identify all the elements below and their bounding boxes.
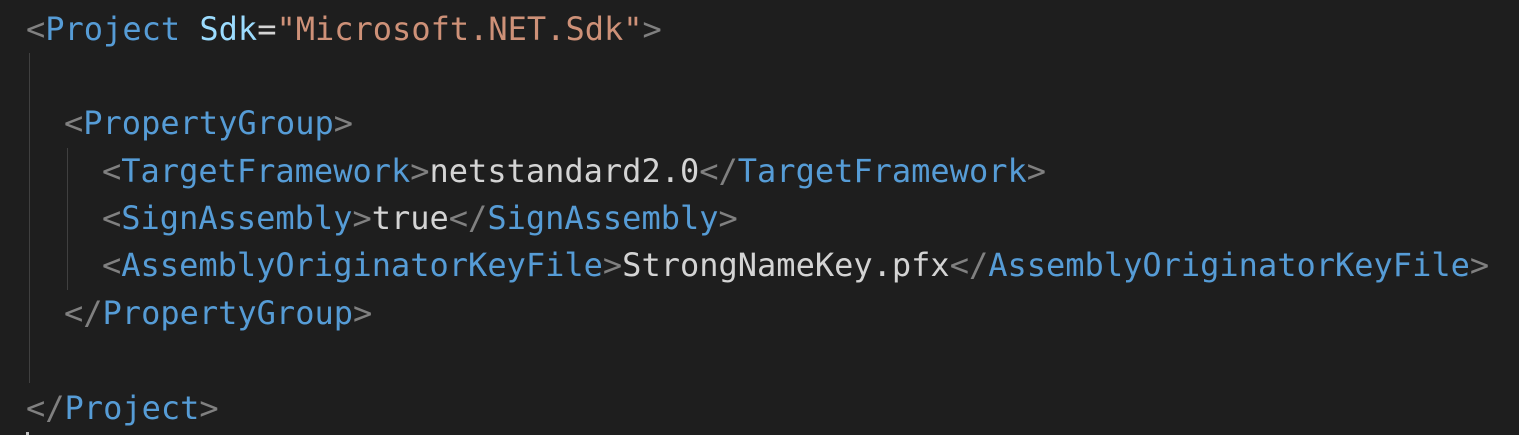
end-tag-open-bracket: </ bbox=[26, 389, 65, 427]
attribute-value: "Microsoft.NET.Sdk" bbox=[276, 10, 643, 48]
code-line[interactable]: <AssemblyOriginatorKeyFile>StrongNameKey… bbox=[26, 242, 1489, 289]
element-text: netstandard2.0 bbox=[429, 152, 700, 190]
code-editor[interactable]: <Project Sdk="Microsoft.NET.Sdk"> <Prope… bbox=[0, 0, 1519, 435]
end-tag-close-bracket: > bbox=[718, 199, 738, 237]
element-text: StrongNameKey.pfx bbox=[622, 246, 950, 284]
code-line[interactable]: <TargetFramework>netstandard2.0</TargetF… bbox=[26, 148, 1046, 195]
tag-close-bracket: > bbox=[410, 152, 430, 190]
tag-open-bracket: < bbox=[102, 246, 122, 284]
tag-name: PropertyGroup bbox=[83, 104, 334, 142]
end-tag-name: TargetFramework bbox=[737, 152, 1027, 190]
end-tag-name: AssemblyOriginatorKeyFile bbox=[988, 246, 1470, 284]
code-line[interactable]: </Project> bbox=[26, 385, 219, 432]
end-tag-name: Project bbox=[64, 389, 200, 427]
tag-name: TargetFramework bbox=[121, 152, 411, 190]
code-line[interactable]: <SignAssembly>true</SignAssembly> bbox=[26, 195, 738, 242]
end-tag-open-bracket: </ bbox=[64, 294, 103, 332]
end-tag-close-bracket: > bbox=[1026, 152, 1047, 190]
tag-open-bracket: < bbox=[102, 152, 122, 190]
end-tag-open-bracket: </ bbox=[699, 152, 738, 190]
end-tag-close-bracket: > bbox=[199, 389, 219, 427]
tag-open-bracket: < bbox=[64, 104, 84, 142]
tag-close-bracket: > bbox=[602, 246, 623, 284]
end-tag-name: PropertyGroup bbox=[102, 294, 353, 332]
attribute-name: Sdk bbox=[199, 10, 258, 48]
tag-name: Project bbox=[45, 10, 181, 48]
tag-close-bracket: > bbox=[352, 199, 372, 237]
code-line[interactable]: </PropertyGroup> bbox=[26, 290, 372, 337]
end-tag-open-bracket: </ bbox=[448, 199, 488, 237]
tag-close-bracket: > bbox=[642, 10, 662, 48]
code-line[interactable]: <Project Sdk="Microsoft.NET.Sdk"> bbox=[26, 6, 662, 53]
end-tag-name: SignAssembly bbox=[487, 199, 719, 237]
tag-name: AssemblyOriginatorKeyFile bbox=[121, 246, 603, 284]
attribute-equals: = bbox=[257, 10, 277, 48]
end-tag-open-bracket: </ bbox=[949, 246, 989, 284]
tag-close-bracket: > bbox=[333, 104, 353, 142]
code-line[interactable]: <PropertyGroup> bbox=[26, 100, 353, 147]
tag-open-bracket: < bbox=[26, 10, 46, 48]
end-tag-close-bracket: > bbox=[352, 294, 373, 332]
element-text: true bbox=[371, 199, 449, 237]
end-tag-close-bracket: > bbox=[1469, 246, 1490, 284]
tag-open-bracket: < bbox=[102, 199, 122, 237]
tag-name: SignAssembly bbox=[121, 199, 353, 237]
